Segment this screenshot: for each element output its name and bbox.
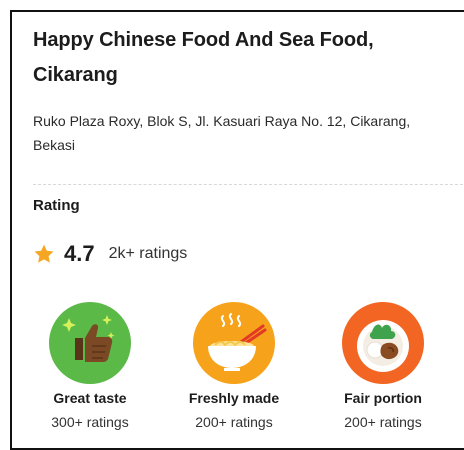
restaurant-name: Happy Chinese Food And Sea Food, Cikaran… <box>33 23 463 93</box>
badge-title: Great taste <box>53 390 127 406</box>
thumbs-up-icon <box>49 302 131 384</box>
star-icon <box>34 244 54 263</box>
badge-subtitle: 300+ ratings <box>51 414 129 430</box>
section-divider <box>33 184 464 185</box>
restaurant-address-line1: Ruko Plaza Roxy, Blok S, Jl. Kasuari Ray… <box>33 113 411 129</box>
badge-great-taste: Great taste 300+ ratings <box>25 302 155 431</box>
badge-subtitle: 200+ ratings <box>195 414 273 430</box>
food-plate-icon <box>342 302 424 384</box>
badge-freshly-made: Freshly made 200+ ratings <box>169 302 299 431</box>
rating-score: 4.7 <box>64 241 95 266</box>
restaurant-address-line2: Bekasi <box>33 137 76 153</box>
noodle-bowl-icon <box>193 302 275 384</box>
badge-title: Fair portion <box>344 390 422 406</box>
badge-title: Freshly made <box>188 390 280 406</box>
rating-summary: 4.7 2k+ ratings <box>33 240 187 268</box>
rating-count: 2k+ ratings <box>108 245 188 262</box>
badge-subtitle: 200+ ratings <box>344 414 422 430</box>
rating-heading: Rating <box>33 197 80 214</box>
restaurant-name-line2: Cikarang <box>33 64 118 86</box>
restaurant-name-line1: Happy Chinese Food And Sea Food, <box>33 29 374 51</box>
badge-fair-portion: Fair portion 200+ ratings <box>318 302 448 431</box>
